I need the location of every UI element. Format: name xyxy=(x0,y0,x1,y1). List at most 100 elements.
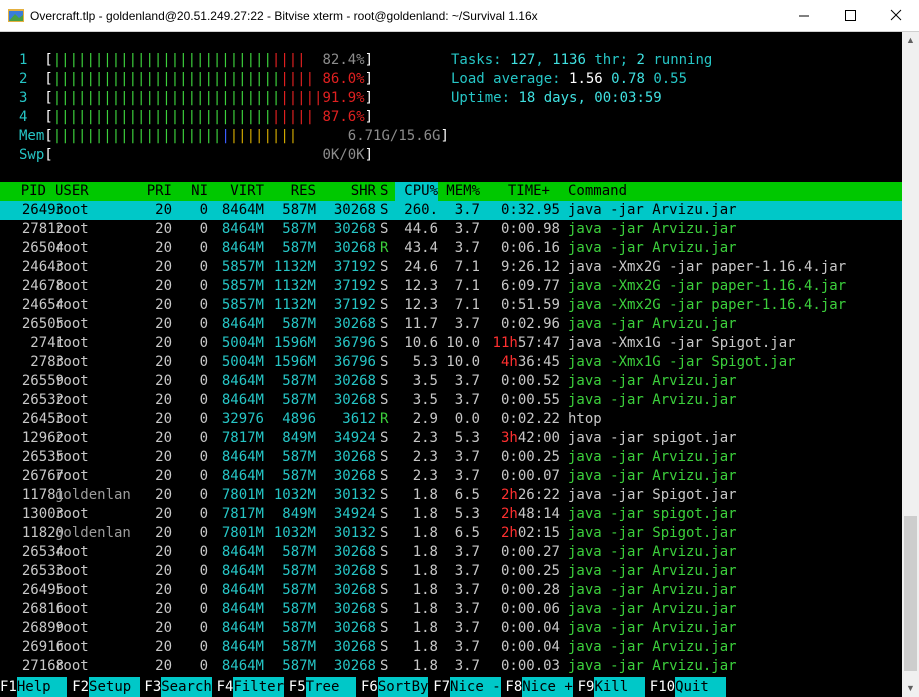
cell-pri: 20 xyxy=(155,430,172,446)
cell-cpu: 1.8 xyxy=(412,620,438,636)
fkey-label: Quit xyxy=(675,677,726,697)
process-row[interactable]: 26899 root 20 0 8464M 587M 30268 S 1.8 3.7 0:00.04… xyxy=(0,619,902,638)
fkey-label: Tree xyxy=(305,677,357,697)
process-row[interactable]: 26453 root 20 0 32976 4896 3612 R 2.9 0.0 0:02.22 h… xyxy=(0,410,902,429)
fkey-f7[interactable]: F7Nice - xyxy=(433,677,501,697)
terminal-area[interactable]: 1 [|||||||||||||||||||||||||||||| 82.4%]… xyxy=(0,32,902,697)
fkey-f5[interactable]: F5Tree xyxy=(289,677,357,697)
process-row[interactable]: 26493 root 20 0 8464M 587M 30268 S 260. 3.7 0:32.9… xyxy=(0,201,902,220)
cell-cmd: java -Xmx1G -jar Spigot.jar xyxy=(568,335,796,351)
maximize-button[interactable] xyxy=(827,0,873,32)
fkey-f1[interactable]: F1Help xyxy=(0,677,68,697)
cell-st: S xyxy=(380,563,389,579)
cell-res: 587M xyxy=(282,240,316,256)
cell-cmd: htop xyxy=(568,411,602,427)
col-pid[interactable]: PID xyxy=(0,182,46,201)
cell-time-minutes: 42:00 xyxy=(517,430,560,446)
process-row[interactable]: 27168 root 20 0 8464M 587M 30268 S 1.8 3.7 0:00.03… xyxy=(0,657,902,676)
swp-meter: Swp[ 0K/0K] xyxy=(19,147,374,163)
process-row[interactable]: 26916 root 20 0 8464M 587M 30268 S 1.8 3.7 0:00.04… xyxy=(0,638,902,657)
cell-mem: 0.0 xyxy=(454,411,480,427)
cell-cmd: java -jar Arvizu.jar xyxy=(568,658,737,674)
col-shr[interactable]: SHR xyxy=(322,182,376,201)
process-row[interactable]: 26495 root 20 0 8464M 587M 30268 S 1.8 3.7 0:00.28… xyxy=(0,581,902,600)
cpu-meter-3: 3 [||||||||||||||||||||||||||||||||91.9%… xyxy=(19,90,374,106)
cell-time: 0:00.06 xyxy=(500,601,560,617)
col-res[interactable]: RES xyxy=(262,182,316,201)
fkey-number: F8 xyxy=(505,679,523,695)
process-row[interactable]: 26532 root 20 0 8464M 587M 30268 S 3.5 3.7 0:00.55… xyxy=(0,391,902,410)
cell-user: root xyxy=(55,373,89,389)
process-row[interactable]: 12962 root 20 0 7817M 849M 34924 S 2.3 5.3 3h42:00… xyxy=(0,429,902,448)
cell-user: root xyxy=(55,202,89,218)
process-row[interactable]: 26504 root 20 0 8464M 587M 30268 R 43.4 3.7 0:06.1… xyxy=(0,239,902,258)
minimize-icon xyxy=(799,15,809,17)
cell-pri: 20 xyxy=(155,544,172,560)
app-icon xyxy=(8,9,24,22)
process-row[interactable]: 26534 root 20 0 8464M 587M 30268 S 1.8 3.7 0:00.27… xyxy=(0,543,902,562)
process-row[interactable]: 2783 root 20 0 5004M 1596M 36796 S 5.3 10.0 4h36:4… xyxy=(0,353,902,372)
scrollbar-thumb[interactable] xyxy=(904,516,917,671)
cell-time: 0:00.98 xyxy=(500,221,560,237)
process-row[interactable]: 26533 root 20 0 8464M 587M 30268 S 1.8 3.7 0:00.25… xyxy=(0,562,902,581)
scroll-up-arrow-icon[interactable]: ▲ xyxy=(902,32,919,49)
process-row[interactable]: 11781 goldenlan 20 0 7801M 1032M 30132 S 1.8 6.5 2… xyxy=(0,486,902,505)
cell-pri: 20 xyxy=(155,202,172,218)
col-time[interactable]: TIME+ xyxy=(486,182,550,201)
process-row[interactable]: 26505 root 20 0 8464M 587M 30268 S 11.7 3.7 0:02.9… xyxy=(0,315,902,334)
process-row[interactable]: 24654 root 20 0 5857M 1132M 37192 S 12.3 7.1 0:51.… xyxy=(0,296,902,315)
cell-cpu: 1.8 xyxy=(412,544,438,560)
col-command[interactable]: Command xyxy=(568,182,627,201)
cell-user: root xyxy=(55,278,89,294)
cell-cmd: java -jar Arvizu.jar xyxy=(568,316,737,332)
col-mem[interactable]: MEM% xyxy=(440,182,480,201)
fkey-number: F6 xyxy=(361,679,378,695)
scroll-down-arrow-icon[interactable]: ▼ xyxy=(902,680,919,697)
cell-virt: 8464M xyxy=(221,601,264,617)
process-row[interactable]: 27812 root 20 0 8464M 587M 30268 S 44.6 3.7 0:00.9… xyxy=(0,220,902,239)
column-headers[interactable]: PID USER PRI NI VIRT RES SHR S CPU% MEM%… xyxy=(0,182,902,201)
col-pri[interactable]: PRI xyxy=(130,182,172,201)
process-row[interactable]: 26816 root 20 0 8464M 587M 30268 S 1.8 3.7 0:00.06… xyxy=(0,600,902,619)
maximize-icon xyxy=(845,10,856,21)
process-row[interactable]: 26559 root 20 0 8464M 587M 30268 S 3.5 3.7 0:00.52… xyxy=(0,372,902,391)
process-row[interactable]: 13003 root 20 0 7817M 849M 34924 S 1.8 5.3 2h48:14… xyxy=(0,505,902,524)
minimize-button[interactable] xyxy=(781,0,827,32)
fkey-number: F1 xyxy=(0,679,17,695)
cell-virt: 8464M xyxy=(221,202,264,218)
fkey-f9[interactable]: F9Kill xyxy=(578,677,646,697)
col-virt[interactable]: VIRT xyxy=(200,182,264,201)
process-row[interactable]: 24643 root 20 0 5857M 1132M 37192 S 24.6 7.1 9:26.… xyxy=(0,258,902,277)
cell-cpu: 3.5 xyxy=(412,392,438,408)
fkey-f2[interactable]: F2Setup xyxy=(72,677,140,697)
fkey-f3[interactable]: F3Search xyxy=(144,677,212,697)
fkey-f8[interactable]: F8Nice + xyxy=(505,677,573,697)
col-user[interactable]: USER xyxy=(55,182,89,201)
vertical-scrollbar[interactable]: ▲ ▼ xyxy=(902,32,919,697)
cell-user: root xyxy=(55,259,89,275)
process-row[interactable]: 11820 goldenlan 20 0 7801M 1032M 30132 S 1.8 6.5 2… xyxy=(0,524,902,543)
cell-mem: 7.1 xyxy=(454,297,480,313)
close-button[interactable] xyxy=(873,0,919,32)
cell-time-hours: 2h xyxy=(500,525,518,541)
load-average: Load average: 1.56 0.78 0.55 xyxy=(451,71,688,87)
cell-time: 2h26:22 xyxy=(486,486,560,505)
fkey-f10[interactable]: F10Quit xyxy=(650,677,726,697)
process-row[interactable]: 24678 root 20 0 5857M 1132M 37192 S 12.3 7.1 6:09.… xyxy=(0,277,902,296)
cell-shr: 30268 xyxy=(333,582,376,598)
fkey-f6[interactable]: F6SortBy xyxy=(361,677,429,697)
col-cpu[interactable]: CPU% xyxy=(392,182,438,201)
cell-mem: 7.1 xyxy=(454,259,480,275)
fkey-f4[interactable]: F4Filter xyxy=(217,677,285,697)
cell-st: S xyxy=(380,297,389,313)
process-row[interactable]: 2741 root 20 0 5004M 1596M 36796 S 10.6 10.0 11h57… xyxy=(0,334,902,353)
process-row[interactable]: 26767 root 20 0 8464M 587M 30268 S 2.3 3.7 0:00.07… xyxy=(0,467,902,486)
process-row[interactable]: 26535 root 20 0 8464M 587M 30268 S 2.3 3.7 0:00.25… xyxy=(0,448,902,467)
cell-shr: 37192 xyxy=(333,259,376,275)
cell-time: 0:06.16 xyxy=(500,240,560,256)
cell-pri: 20 xyxy=(155,335,172,351)
col-state[interactable]: S xyxy=(380,182,392,201)
cell-user: root xyxy=(55,620,89,636)
fkey-label: Setup xyxy=(89,677,140,697)
cell-pri: 20 xyxy=(155,620,172,636)
